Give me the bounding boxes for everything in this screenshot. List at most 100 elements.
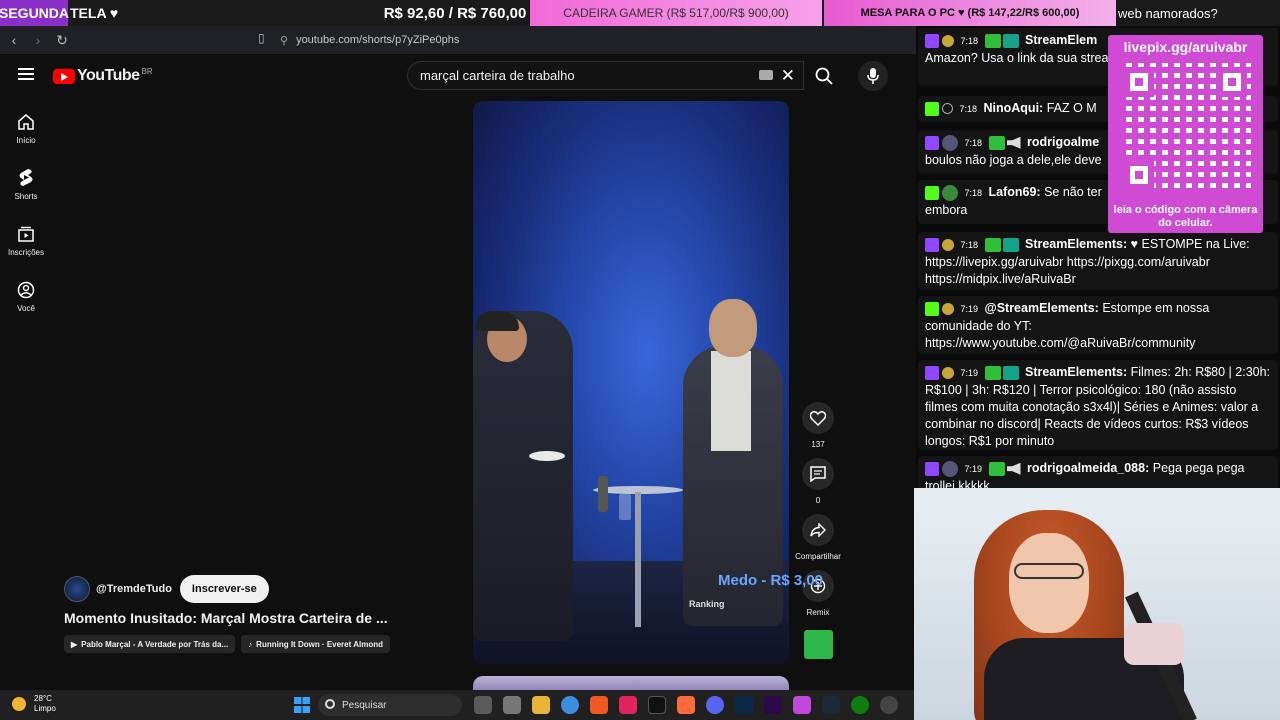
ranking-text: Ranking xyxy=(689,599,725,609)
badge-icon xyxy=(942,366,954,379)
discord-icon[interactable] xyxy=(706,696,724,714)
person-left xyxy=(473,311,573,641)
chat-time: 7:18 xyxy=(960,36,979,46)
mod-sword-icon xyxy=(984,237,1001,252)
music-chip[interactable]: ♪ Running It Down · Everet Almond xyxy=(241,635,390,653)
user-avatar-icon xyxy=(942,184,958,201)
chat-time: 7:18 xyxy=(960,240,979,250)
steam-icon[interactable] xyxy=(822,696,840,714)
site-settings-icon[interactable]: ⚲ xyxy=(280,34,288,47)
play-icon: ▶ xyxy=(71,639,78,649)
voice-search-button[interactable] xyxy=(858,61,888,91)
app-icon[interactable] xyxy=(793,696,811,714)
xbox-icon[interactable] xyxy=(851,696,869,714)
share-button[interactable] xyxy=(802,514,834,546)
photoshop-icon[interactable] xyxy=(735,696,753,714)
reload-icon[interactable]: ↻ xyxy=(52,30,72,50)
search-input[interactable]: marçal carteira de trabalho ✕ xyxy=(407,61,804,90)
person-left-cap xyxy=(475,311,519,331)
weather-condition: Limpo xyxy=(34,704,56,713)
mod-sword-icon xyxy=(988,135,1005,150)
audio-thumbnail[interactable] xyxy=(804,630,833,659)
share-action: Compartilhar xyxy=(790,514,846,561)
address-bar[interactable]: ⚲ youtube.com/shorts/p7yZiPe0phs xyxy=(280,30,916,50)
nav-you[interactable]: Você xyxy=(0,268,52,324)
chat-time: 7:18 xyxy=(964,188,983,198)
chrome-icon[interactable] xyxy=(561,696,579,714)
brave-icon[interactable] xyxy=(590,696,608,714)
search-query: marçal carteira de trabalho xyxy=(420,68,575,83)
chat-text: FAZ O M xyxy=(1046,101,1097,115)
mute-icon xyxy=(1006,462,1021,475)
chat-time: 7:19 xyxy=(964,464,983,474)
related-video-chip[interactable]: ▶ Pablo Marçal - A Verdade por Trás da..… xyxy=(64,635,236,653)
mic-icon xyxy=(867,68,879,84)
badge-icon xyxy=(942,238,954,251)
next-short-preview[interactable] xyxy=(473,676,789,690)
weather-widget[interactable]: 28°C Limpo xyxy=(12,694,56,714)
bookmark-icon[interactable]: ▯ xyxy=(258,31,265,45)
microphone xyxy=(1124,623,1184,665)
terminal-app-icon[interactable] xyxy=(503,696,521,714)
nav-you-label: Você xyxy=(17,303,35,313)
goal-label-tela: TELA ♥ xyxy=(70,5,119,21)
donation-overlay: Medo - R$ 3,00 xyxy=(718,572,824,589)
app-icon[interactable] xyxy=(619,696,637,714)
goal-price: R$ 92,60 / R$ 760,00 xyxy=(383,4,527,22)
short-title[interactable]: Momento Inusitado: Marçal Mostra Carteir… xyxy=(64,610,388,626)
qr-finder xyxy=(1217,67,1247,97)
subscribe-button[interactable]: Inscrever-se xyxy=(179,575,269,603)
kick-icon xyxy=(925,301,939,316)
back-icon[interactable]: ‹ xyxy=(4,30,24,50)
stream-goal-bar: SEGUNDA TELA ♥ R$ 92,60 / R$ 760,00 CADE… xyxy=(0,0,1280,26)
app-icon[interactable] xyxy=(677,696,695,714)
forward-icon[interactable]: › xyxy=(28,30,48,50)
nav-subscriptions[interactable]: Inscrições xyxy=(0,212,52,268)
account-icon xyxy=(16,280,36,300)
clear-search-icon[interactable]: ✕ xyxy=(781,66,795,86)
obs-icon[interactable] xyxy=(880,696,898,714)
short-chips: ▶ Pablo Marçal - A Verdade por Trás da..… xyxy=(64,635,396,653)
person-right-shirt xyxy=(711,351,751,451)
chat-username: StreamElements: xyxy=(1024,365,1128,379)
like-action: 137 xyxy=(790,402,846,449)
badge-icon xyxy=(942,34,954,47)
share-label: Compartilhar xyxy=(795,552,841,561)
task-view-icon[interactable] xyxy=(474,696,492,714)
nav-home-label: Início xyxy=(16,135,36,145)
bot-icon xyxy=(1002,365,1019,380)
nav-home[interactable]: Início xyxy=(0,100,52,156)
comment-button[interactable] xyxy=(802,458,834,490)
menu-icon[interactable] xyxy=(18,68,34,80)
mod-sword-icon xyxy=(984,33,1001,48)
taskbar-apps xyxy=(474,696,909,714)
goal-mesa: MESA PARA O PC ♥ (R$ 147,22/R$ 600,00) xyxy=(824,0,1116,26)
youtube-logo[interactable]: YouTube BR xyxy=(53,67,153,85)
keyboard-icon[interactable] xyxy=(759,70,773,80)
taskbar-search-label: Pesquisar xyxy=(342,699,387,711)
comment-count: 0 xyxy=(815,496,821,505)
qr-title: livepix.gg/aruivabr xyxy=(1123,39,1248,55)
premiere-icon[interactable] xyxy=(764,696,782,714)
bot-icon xyxy=(1002,237,1019,252)
tiktok-icon[interactable] xyxy=(648,696,666,714)
search-button[interactable] xyxy=(804,61,844,90)
windows-start-icon[interactable] xyxy=(294,697,310,713)
file-explorer-icon[interactable] xyxy=(532,696,550,714)
channel-name[interactable]: @TremdeTudo xyxy=(96,583,172,595)
user-avatar-icon xyxy=(942,134,958,151)
bot-icon xyxy=(1002,33,1019,48)
mod-sword-icon xyxy=(988,461,1005,476)
twitch-icon xyxy=(925,461,939,476)
nav-shorts[interactable]: Shorts xyxy=(0,156,52,212)
streamer-glasses xyxy=(1014,563,1084,579)
kick-icon xyxy=(925,101,939,116)
nav-subscriptions-label: Inscrições xyxy=(7,247,44,257)
channel-avatar[interactable] xyxy=(64,576,90,602)
nav-shorts-label: Shorts xyxy=(14,191,38,201)
person-right-head xyxy=(709,299,757,357)
taskbar-search[interactable]: Pesquisar xyxy=(318,694,462,716)
twitch-icon xyxy=(925,365,939,380)
like-button[interactable] xyxy=(802,402,834,434)
qr-finder xyxy=(1124,160,1154,190)
